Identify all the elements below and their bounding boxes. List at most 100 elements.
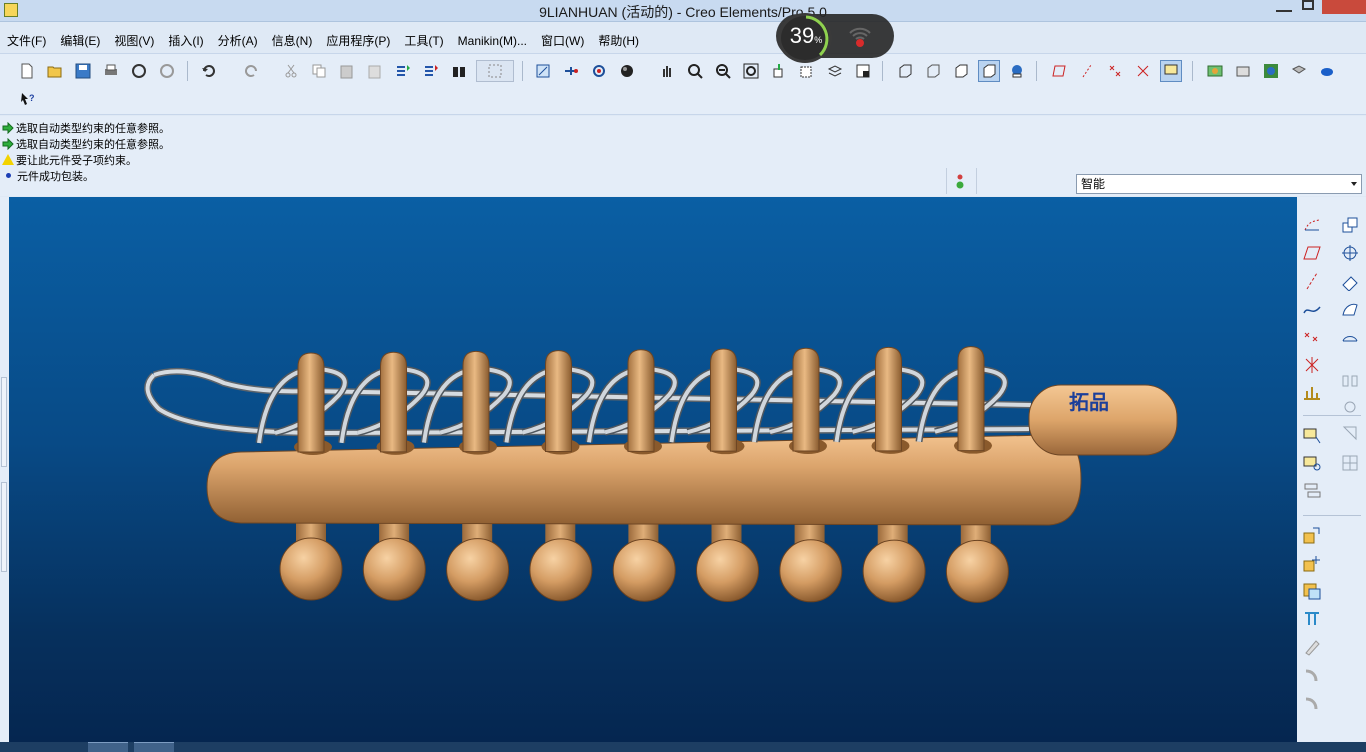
datum-axis-display-icon[interactable]	[560, 60, 582, 82]
save-icon[interactable]	[72, 60, 94, 82]
sash-handle[interactable]	[1, 377, 7, 467]
regen-manager-icon[interactable]	[420, 60, 442, 82]
chevron-down-icon[interactable]	[1351, 182, 1357, 186]
create-component-icon[interactable]	[1337, 241, 1363, 265]
appearance-gallery-icon[interactable]	[1204, 60, 1226, 82]
maximize-button[interactable]	[1302, 0, 1314, 10]
minimize-button[interactable]	[1276, 0, 1292, 12]
taskbar-app-creo[interactable]	[88, 742, 128, 752]
repeat-component-icon[interactable]	[1337, 269, 1363, 293]
menu-edit[interactable]: 编辑(E)	[53, 31, 107, 51]
hidden-line-icon[interactable]	[922, 60, 944, 82]
pattern-tool-icon[interactable]	[1337, 451, 1363, 475]
menu-info[interactable]: 信息(N)	[265, 31, 320, 51]
csys-tool-icon[interactable]	[1132, 60, 1154, 82]
close-button[interactable]	[1322, 0, 1366, 14]
status-light-icon[interactable]	[956, 174, 964, 190]
selection-filter-select[interactable]: 智能	[1076, 174, 1362, 194]
cut-icon[interactable]	[280, 60, 302, 82]
upright-pin	[957, 346, 985, 452]
menu-insert[interactable]: 插入(I)	[161, 31, 210, 51]
enhanced-realism-icon[interactable]	[1006, 60, 1028, 82]
toolbar-row-1	[0, 58, 1366, 86]
web-browser-icon[interactable]	[1260, 60, 1282, 82]
datum-curve-tool-icon[interactable]	[1299, 297, 1325, 321]
cut-out-icon[interactable]	[1299, 607, 1325, 631]
undo-icon[interactable]	[198, 60, 220, 82]
menu-window[interactable]: 窗口(W)	[534, 31, 591, 51]
find-icon[interactable]	[448, 60, 470, 82]
package-component-icon[interactable]	[1299, 579, 1325, 603]
paste-special-icon[interactable]	[364, 60, 386, 82]
taskbar-app-explorer[interactable]	[134, 742, 174, 752]
zoom-out-icon[interactable]	[712, 60, 734, 82]
component-insert-icon[interactable]	[1299, 551, 1325, 575]
context-help-icon[interactable]: ?	[16, 88, 38, 110]
menu-tools[interactable]: 工具(T)	[397, 31, 450, 51]
divider	[946, 168, 947, 194]
datum-point-tool-icon[interactable]	[1299, 325, 1325, 349]
menu-view[interactable]: 视图(V)	[107, 31, 161, 51]
assemble-component-icon[interactable]	[1337, 213, 1363, 237]
coordinate-system-tool-icon[interactable]	[1299, 353, 1325, 377]
ball-knob	[362, 537, 426, 601]
copy-icon[interactable]	[308, 60, 330, 82]
surface-tool-icon[interactable]	[1337, 297, 1363, 321]
globe-icon[interactable]	[1316, 60, 1338, 82]
menu-manikin[interactable]: Manikin(M)...	[451, 31, 534, 51]
print-icon[interactable]	[100, 60, 122, 82]
zoom-in-icon[interactable]	[684, 60, 706, 82]
upright-pins	[297, 346, 985, 453]
note-tool-icon[interactable]	[1299, 423, 1325, 447]
shell-tool-icon[interactable]	[1337, 325, 1363, 349]
arrow-prompt-icon	[2, 137, 14, 150]
component-placement-icon[interactable]	[1299, 523, 1325, 547]
menu-help[interactable]: 帮助(H)	[591, 31, 646, 51]
window-title: 9LIANHUAN (活动的) - Creo Elements/Pro 5.0	[539, 4, 827, 20]
model-tree-icon[interactable]	[1232, 60, 1254, 82]
sash-handle[interactable]	[1, 482, 7, 572]
redo-icon[interactable]	[240, 60, 262, 82]
edit-note-icon[interactable]	[1299, 451, 1325, 475]
point-tool-icon[interactable]	[1104, 60, 1126, 82]
no-hidden-icon[interactable]	[950, 60, 972, 82]
shading-icon[interactable]	[616, 60, 638, 82]
selection-box-icon[interactable]	[476, 60, 514, 82]
message-text: 选取自动类型约束的任意参照。	[16, 122, 170, 135]
axis-tool-icon[interactable]	[1076, 60, 1098, 82]
datum-axis-tool-icon[interactable]	[1299, 269, 1325, 293]
sketch-tool-icon[interactable]	[1299, 213, 1325, 237]
menu-analysis[interactable]: 分析(A)	[211, 31, 265, 51]
wireframe-icon[interactable]	[894, 60, 916, 82]
layout-tool-icon[interactable]	[1299, 479, 1325, 503]
shaded-icon[interactable]	[978, 60, 1000, 82]
menu-applications[interactable]: 应用程序(P)	[319, 31, 397, 51]
left-panel-edge	[0, 197, 9, 742]
weld-tool-icon[interactable]	[1299, 635, 1325, 659]
open-folder-icon[interactable]	[44, 60, 66, 82]
mirror-tool-icon[interactable]	[1337, 369, 1363, 393]
analysis-tool-icon[interactable]	[1299, 381, 1325, 405]
pan-hand-icon[interactable]	[656, 60, 678, 82]
datum-plane-tool-icon[interactable]	[1299, 241, 1325, 265]
new-file-icon[interactable]	[16, 60, 38, 82]
bend-tool-icon[interactable]	[1299, 691, 1325, 715]
regenerate-icon[interactable]	[392, 60, 414, 82]
menu-file[interactable]: 文件(F)	[0, 31, 53, 51]
paste-icon[interactable]	[336, 60, 358, 82]
send-link-icon[interactable]	[156, 60, 178, 82]
send-mail-icon[interactable]	[128, 60, 150, 82]
annotation-icon[interactable]	[1160, 60, 1182, 82]
sheetmetal-tool-icon[interactable]	[1299, 663, 1325, 687]
network-monitor-widget[interactable]: 39%	[776, 13, 894, 63]
start-icon[interactable]	[0, 742, 28, 752]
draft-tool-icon[interactable]	[1337, 421, 1363, 445]
datum-plane-display-icon[interactable]	[532, 60, 554, 82]
refit-icon[interactable]	[740, 60, 762, 82]
graphics-window[interactable]: 拓品	[9, 197, 1297, 742]
plane-tool-icon[interactable]	[1048, 60, 1070, 82]
view-manager-icon[interactable]	[852, 60, 874, 82]
distributed-computing-icon[interactable]	[1288, 60, 1310, 82]
spin-center-icon[interactable]	[588, 60, 610, 82]
upright-pin	[875, 346, 902, 452]
